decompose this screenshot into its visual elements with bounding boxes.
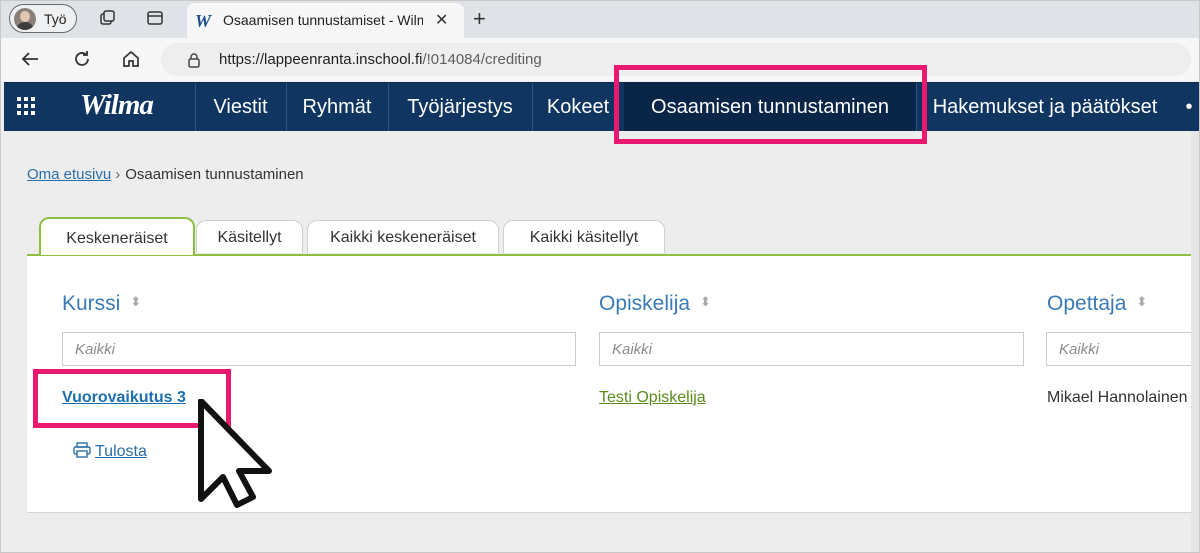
nav-item-tyojarjestys[interactable]: Työjärjestys [388,83,532,131]
lock-icon[interactable] [187,52,201,73]
printer-icon [73,442,91,458]
tab-keskeneraiset[interactable]: Keskeneräiset [39,217,195,255]
tab-kasitellyt[interactable]: Käsitellyt [196,220,303,253]
browser-tab-strip: Työ W Osaamisen tunnustamiset - Wilma ✕ … [1,1,1199,38]
column-header-kurssi[interactable]: Kurssi ⬍ [62,292,141,316]
print-button[interactable]: Tulosta [73,442,147,461]
tab-actions-icon[interactable] [146,9,164,27]
breadcrumb-current: Osaamisen tunnustaminen [125,166,304,183]
tab-kaikki-keskeneraiset[interactable]: Kaikki keskeneräiset [307,220,499,253]
wilma-logo[interactable]: Wilma [80,89,154,122]
column-header-opettaja[interactable]: Opettaja ⬍ [1047,292,1147,316]
teacher-name: Mikael Hannolainen [1047,389,1188,406]
tab-kaikki-kasitellyt[interactable]: Kaikki käsitellyt [503,220,665,253]
address-bar: https://lappeenranta.inschool.fi/!014084… [1,38,1199,81]
cursor-arrow-icon [198,399,272,508]
breadcrumb: Oma etusivu › Osaamisen tunnustaminen [27,166,304,183]
nav-item-kokeet[interactable]: Kokeet [532,83,624,131]
screenshot-frame: Työ W Osaamisen tunnustamiset - Wilma ✕ … [0,0,1200,553]
collections-icon[interactable] [98,9,116,27]
column-header-label: Opettaja [1047,292,1127,315]
nav-more-indicator[interactable]: • [1182,83,1196,131]
scrollbar-track[interactable] [1191,131,1199,552]
page-tabs: Keskeneräiset Käsitellyt Kaikki keskener… [27,217,1199,255]
column-header-label: Kurssi [62,292,121,315]
profile-button[interactable]: Työ [9,4,77,33]
nav-item-ryhmat[interactable]: Ryhmät [286,83,388,131]
avatar [14,8,36,30]
breadcrumb-separator: › [115,166,121,183]
student-link[interactable]: Testi Opiskelija [599,389,706,407]
print-label: Tulosta [95,443,147,460]
grid-icon[interactable] [17,97,37,117]
url-host: https://lappeenranta.inschool.fi [219,51,423,68]
nav-item-viestit[interactable]: Viestit [195,83,286,131]
browser-tab-active[interactable]: W Osaamisen tunnustamiset - Wilma ✕ [187,3,464,38]
highlight-nav-item [614,65,927,144]
nav-item-hakemukset-ja-paatokset[interactable]: Hakemukset ja päätökset [916,83,1174,131]
breadcrumb-home-link[interactable]: Oma etusivu [27,166,111,183]
column-header-label: Opiskelija [599,292,691,315]
profile-label: Työ [44,11,67,27]
filter-input-opiskelija[interactable] [599,332,1024,366]
close-icon[interactable]: ✕ [435,10,448,30]
sort-icon[interactable]: ⬍ [1136,294,1147,310]
home-icon[interactable] [120,48,142,70]
sort-icon[interactable]: ⬍ [700,294,711,310]
filter-input-kurssi[interactable] [62,332,576,366]
column-header-opiskelija[interactable]: Opiskelija ⬍ [599,292,711,316]
back-icon[interactable] [19,48,41,70]
url-path: /!014084/crediting [422,51,542,68]
filter-input-opettaja[interactable] [1046,332,1199,366]
browser-tab-title: Osaamisen tunnustamiset - Wilma [223,12,423,28]
wilma-navbar: Wilma Viestit Ryhmät Työjärjestys Kokeet… [4,82,1199,131]
url-text: https://lappeenranta.inschool.fi/!014084… [219,51,542,68]
sort-icon[interactable]: ⬍ [130,294,141,310]
wilma-favicon-icon: W [195,11,212,31]
plus-icon[interactable]: + [473,6,486,32]
reload-icon[interactable] [71,48,93,70]
